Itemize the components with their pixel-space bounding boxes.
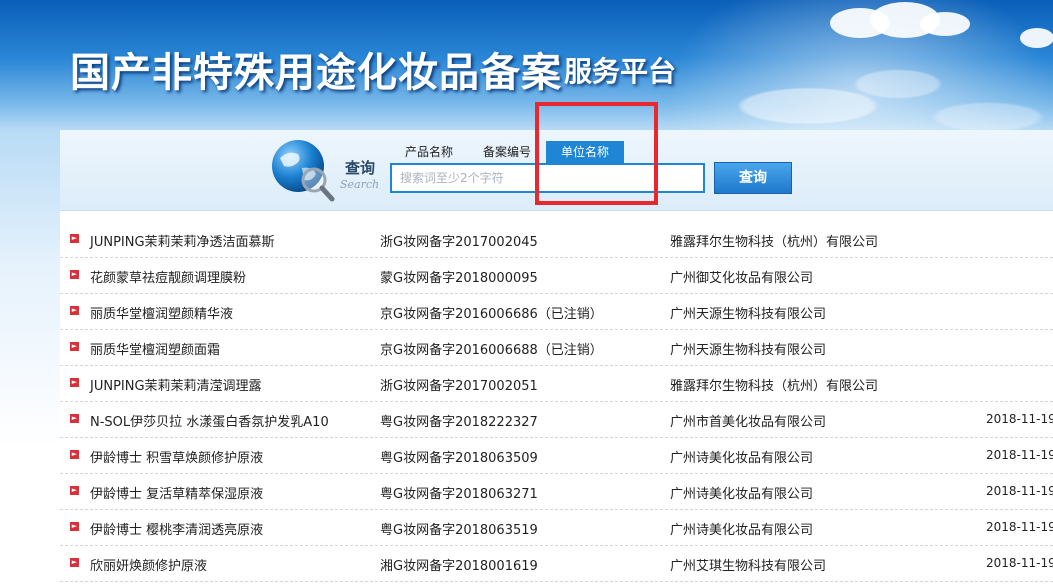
record-number: 浙G妆网备字2017002045 [380, 235, 538, 250]
arrow-bullet-icon: ► [70, 450, 79, 459]
record-number: 京G妆网备字2016006686（已注销） [380, 307, 603, 322]
highlight-box [535, 102, 658, 205]
product-name-link[interactable]: 丽质华堂檀润塑颜精华液 [90, 303, 233, 322]
record-date: 2018-11-19 [986, 448, 1053, 462]
record-number: 京G妆网备字2016006688（已注销） [380, 343, 603, 358]
record-number: 蒙G妆网备字2018000095 [380, 271, 538, 286]
company-name: 广州天源生物科技有限公司 [670, 343, 827, 358]
product-name-link[interactable]: JUNPING茉莉茉莉清滢调理露 [90, 375, 262, 394]
page-subtitle: 服务平台 [564, 55, 677, 88]
search-label: 查询 [345, 159, 376, 177]
arrow-bullet-icon: ► [70, 342, 79, 351]
cloud-decoration [920, 12, 970, 36]
arrow-bullet-icon: ► [70, 414, 79, 423]
record-number: 粤G妆网备字2018222327 [380, 415, 538, 430]
company-name: 雅露拜尔生物科技（杭州）有限公司 [670, 235, 879, 250]
arrow-bullet-icon: ► [70, 306, 79, 315]
record-date: 2018-11-19 [986, 412, 1053, 426]
company-name: 雅露拜尔生物科技（杭州）有限公司 [670, 379, 879, 394]
record-list: ► JUNPING茉莉茉莉净透洁面慕斯 浙G妆网备字2017002045 雅露拜… [60, 222, 1053, 582]
product-name-link[interactable]: 丽质华堂檀润塑颜面霜 [90, 339, 220, 358]
list-item: ► 伊龄博士 樱桃李清润透亮原液 粤G妆网备字2018063519 广州诗美化妆… [60, 510, 1053, 546]
product-name-link[interactable]: 花颜蒙草祛痘靓颜调理膜粉 [90, 267, 246, 286]
company-name: 广州天源生物科技有限公司 [670, 307, 827, 322]
product-name-link[interactable]: 伊龄博士 积雪草焕颜修护原液 [90, 447, 263, 466]
product-name-link[interactable]: N-SOL伊莎贝拉 水漾蛋白香氛护发乳A10 [90, 411, 329, 430]
list-item: ► 伊龄博士 积雪草焕颜修护原液 粤G妆网备字2018063509 广州诗美化妆… [60, 438, 1053, 474]
list-item: ► 伊龄博士 复活草精萃保湿原液 粤G妆网备字2018063271 广州诗美化妆… [60, 474, 1053, 510]
tab-record-number[interactable]: 备案编号 [474, 141, 540, 163]
list-item: ► 花颜蒙草祛痘靓颜调理膜粉 蒙G妆网备字2018000095 广州御艾化妆品有… [60, 258, 1053, 294]
search-button[interactable]: 查询 [714, 162, 792, 194]
list-item: ► 丽质华堂檀润塑颜精华液 京G妆网备字2016006686（已注销） 广州天源… [60, 294, 1053, 330]
list-item: ► 欣丽妍焕颜修护原液 湘G妆网备字2018001619 广州艾琪生物科技有限公… [60, 546, 1053, 582]
record-date: 2018-11-19 [986, 556, 1053, 570]
list-item: ► 丽质华堂檀润塑颜面霜 京G妆网备字2016006688（已注销） 广州天源生… [60, 330, 1053, 366]
globe-search-icon [272, 140, 335, 202]
arrow-bullet-icon: ► [70, 270, 79, 279]
arrow-bullet-icon: ► [70, 486, 79, 495]
search-label-en: Search [340, 178, 380, 191]
arrow-bullet-icon: ► [70, 234, 79, 243]
record-number: 浙G妆网备字2017002051 [380, 379, 538, 394]
tab-label: 备案编号 [482, 145, 531, 159]
record-number: 湘G妆网备字2018001619 [380, 559, 538, 574]
record-date: 2018-11-19 [986, 520, 1053, 534]
record-number: 粤G妆网备字2018063271 [380, 487, 538, 502]
product-name-link[interactable]: 欣丽妍焕颜修护原液 [90, 555, 207, 574]
product-name-link[interactable]: 伊龄博士 复活草精萃保湿原液 [90, 483, 263, 502]
arrow-bullet-icon: ► [70, 522, 79, 531]
company-name: 广州诗美化妆品有限公司 [670, 451, 814, 466]
list-item: ► JUNPING茉莉茉莉净透洁面慕斯 浙G妆网备字2017002045 雅露拜… [60, 222, 1053, 258]
company-name: 广州市首美化妆品有限公司 [670, 415, 827, 430]
product-name-link[interactable]: 伊龄博士 樱桃李清润透亮原液 [90, 519, 263, 538]
list-item: ► JUNPING茉莉茉莉清滢调理露 浙G妆网备字2017002051 雅露拜尔… [60, 366, 1053, 402]
header-banner: 国产非特殊用途化妆品备案 服务平台 [0, 0, 1053, 130]
company-name: 广州御艾化妆品有限公司 [670, 271, 814, 286]
record-number: 粤G妆网备字2018063519 [380, 523, 538, 538]
product-name-link[interactable]: JUNPING茉莉茉莉净透洁面慕斯 [90, 231, 275, 250]
record-date: 2018-11-19 [986, 484, 1053, 498]
record-number: 粤G妆网备字2018063509 [380, 451, 538, 466]
company-name: 广州诗美化妆品有限公司 [670, 487, 814, 502]
page-title: 国产非特殊用途化妆品备案 [70, 49, 562, 96]
arrow-bullet-icon: ► [70, 378, 79, 387]
world-map-decoration [700, 40, 1053, 130]
company-name: 广州诗美化妆品有限公司 [670, 523, 814, 538]
list-item: ► N-SOL伊莎贝拉 水漾蛋白香氛护发乳A10 粤G妆网备字201822232… [60, 402, 1053, 438]
company-name: 广州艾琪生物科技有限公司 [670, 559, 827, 574]
tab-product-name[interactable]: 产品名称 [396, 141, 462, 163]
cloud-decoration [1020, 28, 1053, 48]
arrow-bullet-icon: ► [70, 558, 79, 567]
side-decoration [0, 130, 60, 586]
tab-label: 产品名称 [404, 145, 453, 159]
